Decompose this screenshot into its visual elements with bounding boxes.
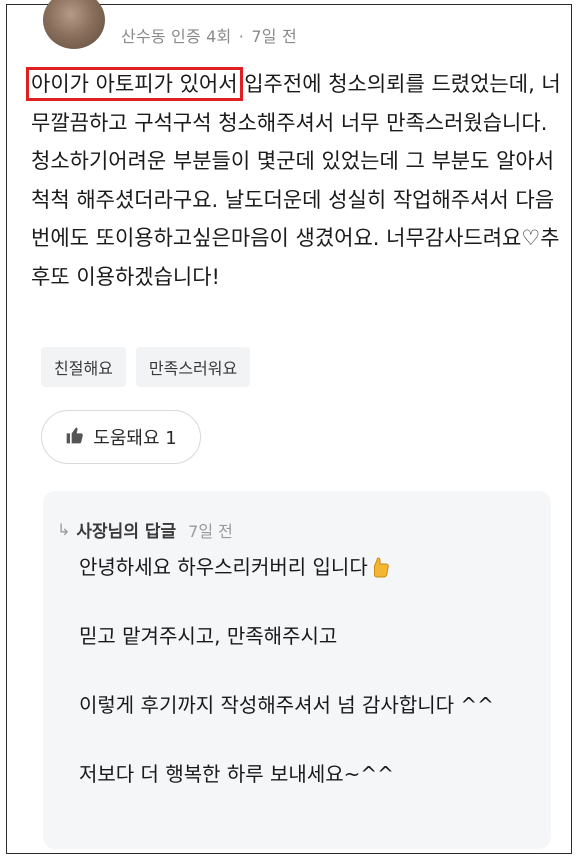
reply-arrow-icon: ↳ bbox=[57, 520, 71, 539]
review-meta: 산수동 인증 4회 · 7일 전 bbox=[121, 23, 297, 47]
meta-separator: · bbox=[238, 27, 245, 46]
reply-line-text: 안녕하세요 하우스리커버리 입니다 bbox=[79, 555, 368, 579]
tag-chip: 만족스러워요 bbox=[135, 347, 251, 387]
highlighted-text: 아이가 아토피가 있어서 bbox=[26, 67, 243, 101]
helpful-label: 도움돼요 1 bbox=[93, 428, 177, 449]
reply-header: ↳ 사장님의 답글 7일 전 bbox=[57, 517, 233, 542]
author-meta: 산수동 인증 4회 bbox=[121, 27, 232, 46]
avatar[interactable] bbox=[43, 0, 105, 49]
reply-line: 믿고 맡겨주시고, 만족해주시고 bbox=[79, 624, 338, 648]
review-text: 아이가 아토피가 있어서 입주전에 청소의뢰를 드렸었는데, 너무깔끔하고 구석… bbox=[26, 65, 563, 296]
review-time: 7일 전 bbox=[251, 27, 297, 46]
thumbs-up-icon bbox=[65, 425, 85, 450]
reply-line: 저보다 더 행복한 하루 보내세요~^^ bbox=[79, 762, 394, 786]
tag-chip: 친절해요 bbox=[41, 347, 126, 387]
review-text-rest: 입주전에 청소의뢰를 드렸었는데, 너무깔끔하고 구석구석 청소해주셔서 너무 … bbox=[31, 72, 561, 289]
reply-time: 7일 전 bbox=[188, 521, 233, 541]
tag-list: 친절해요 만족스러워요 bbox=[41, 347, 251, 387]
helpful-button[interactable]: 도움돼요 1 bbox=[41, 410, 201, 464]
reply-body: 안녕하세요 하우스리커버리 입니다 믿고 맡겨주시고, 만족해주시고 이렇게 후… bbox=[79, 553, 539, 789]
thumbs-up-emoji-icon bbox=[372, 556, 390, 578]
reply-line: 이렇게 후기까지 작성해주셔서 넘 감사합니다 ^^ bbox=[79, 693, 494, 717]
reply-title: 사장님의 답글 bbox=[76, 522, 177, 542]
review-card: 산수동 인증 4회 · 7일 전 아이가 아토피가 있어서 입주전에 청소의뢰를… bbox=[6, 0, 572, 854]
reply-line: 안녕하세요 하우스리커버리 입니다 bbox=[79, 553, 539, 582]
owner-reply: ↳ 사장님의 답글 7일 전 안녕하세요 하우스리커버리 입니다 믿고 맡겨주시… bbox=[43, 491, 551, 849]
